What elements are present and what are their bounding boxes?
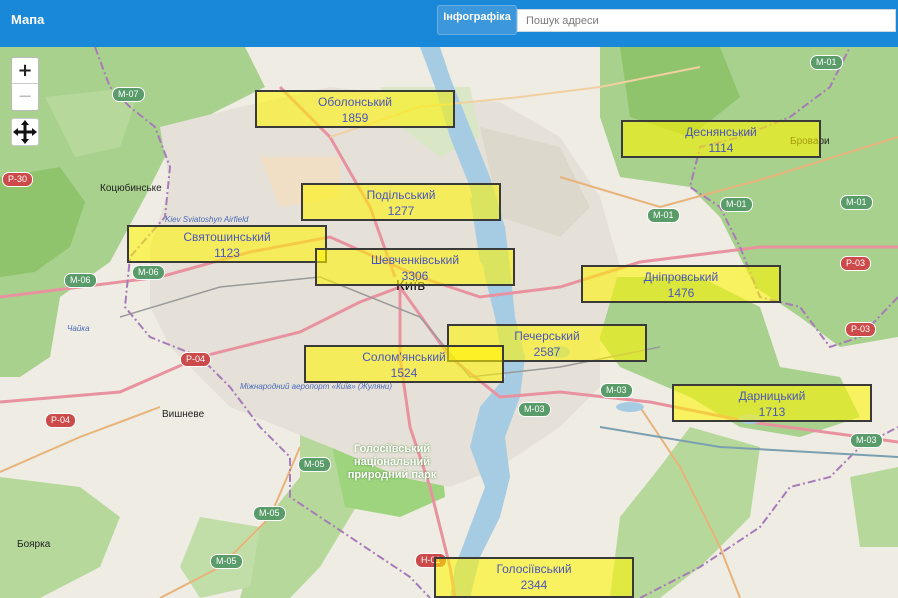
map-view[interactable]: М-07 М-01 М-01 М-01 М-01 Р-30 М-06 М-06 … (0, 47, 898, 598)
road-shield-m01: М-01 (810, 55, 843, 70)
place-label-chaika: Чайка (67, 324, 90, 333)
district-value: 2344 (520, 578, 548, 592)
zoom-out-button[interactable]: − (12, 84, 38, 110)
road-shield-p04: Р-04 (180, 352, 212, 367)
app-title: Мапа (11, 12, 45, 27)
district-value: 1123 (214, 246, 240, 260)
district-name: Печерський (514, 329, 580, 343)
top-bar: Мапа Інфографіка (0, 0, 898, 47)
road-shield-p03: Р-03 (840, 256, 872, 271)
district-holosiivskyi[interactable]: Голосіївський 2344 (434, 557, 634, 598)
district-value: 3306 (401, 269, 429, 283)
district-name: Оболонський (318, 95, 392, 109)
move-icon (13, 120, 37, 144)
zoom-in-button[interactable]: + (12, 58, 38, 84)
district-dniprovskyi[interactable]: Дніпровський 1476 (581, 265, 781, 303)
road-shield-m06: М-06 (64, 273, 97, 288)
district-name: Святошинський (183, 230, 271, 244)
district-desnianskyi[interactable]: Деснянський 1114 (621, 120, 821, 158)
district-value: 1114 (708, 141, 734, 155)
place-label-airport: Міжнародний аеропорт «Київ» (Жуляни) (240, 382, 392, 391)
district-name: Шевченківський (370, 253, 460, 267)
district-podilskyi[interactable]: Подільський 1277 (301, 183, 501, 221)
place-label-airfield: Kiev Sviatoshyn Airfield (165, 215, 249, 224)
district-value: 1713 (758, 405, 786, 419)
district-sviatoshynskyi[interactable]: Святошинський 1123 (127, 225, 327, 263)
district-name: Дніпровський (643, 270, 719, 284)
pan-control[interactable] (11, 118, 39, 146)
district-name: Дарницький (738, 389, 806, 403)
road-shield-p03: Р-03 (845, 322, 877, 337)
road-shield-m01: М-01 (720, 197, 753, 212)
district-name: Деснянський (685, 125, 757, 139)
district-value: 1524 (390, 366, 418, 380)
infographic-button[interactable]: Інфографіка (437, 5, 517, 35)
place-label-vyshneve: Вишневе (162, 409, 205, 420)
road-shield-m05: М-05 (253, 506, 286, 521)
road-shield-m07: М-07 (112, 87, 145, 102)
district-value: 1859 (341, 111, 369, 125)
road-shield-m05: М-05 (210, 554, 243, 569)
district-name: Голосіївський (496, 562, 572, 576)
district-solomianskyi[interactable]: Солом'янський 1524 (304, 345, 504, 383)
district-name: Подільський (366, 188, 436, 202)
road-shield-m03: М-03 (600, 383, 633, 398)
district-darnytskyi[interactable]: Дарницький 1713 (672, 384, 872, 422)
road-shield-p30: Р-30 (2, 172, 34, 187)
road-shield-m01: М-01 (647, 208, 680, 223)
district-value: 1476 (667, 286, 695, 300)
zoom-control: + − (11, 57, 39, 111)
place-label-boiarka: Боярка (17, 539, 51, 550)
place-label-kotsiubynske: Коцюбинське (100, 183, 162, 194)
road-shield-m06: М-06 (132, 265, 165, 280)
road-shield-m01: М-01 (840, 195, 873, 210)
park-label: Голосіївський національний природний пар… (347, 443, 437, 481)
address-search-input[interactable] (517, 9, 896, 32)
road-shield-p04: Р-04 (45, 413, 77, 428)
district-shevchenkivskyi[interactable]: Шевченківський 3306 (315, 248, 515, 286)
road-shield-m03: М-03 (850, 433, 883, 448)
road-shield-m03: М-03 (518, 402, 551, 417)
district-value: 1277 (387, 204, 415, 218)
district-name: Солом'янський (362, 350, 446, 364)
district-obolonskyi[interactable]: Оболонський 1859 (255, 90, 455, 128)
road-shield-m05: М-05 (298, 457, 331, 472)
